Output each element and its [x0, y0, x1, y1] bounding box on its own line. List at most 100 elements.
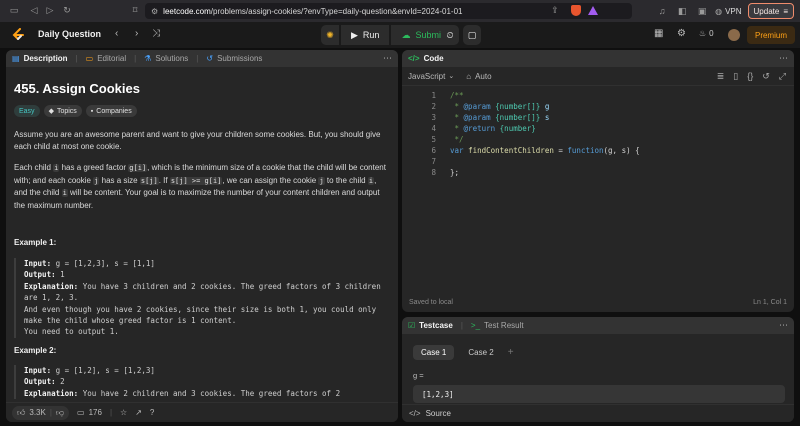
site-settings-icon[interactable]: ⚙: [151, 7, 158, 16]
brave-rewards-icon[interactable]: [588, 6, 598, 15]
forward-icon[interactable]: ▷: [43, 5, 57, 16]
debug-button[interactable]: ✺: [321, 25, 339, 45]
code-token: function: [567, 146, 604, 155]
layout-icon[interactable]: ▦: [654, 28, 663, 39]
run-label: Run: [362, 30, 380, 40]
sidebar-toggle-icon[interactable]: ▭: [7, 5, 21, 16]
streak-count: 0: [709, 29, 714, 38]
tab-separator: |: [134, 54, 137, 63]
problem-content: 455. Assign Cookies Easy ◆ Topics ▪ Comp…: [14, 72, 390, 211]
wallet-icon[interactable]: ▣: [695, 6, 709, 17]
tab-separator: |: [460, 321, 463, 330]
sidebar-icon[interactable]: ◧: [675, 6, 689, 17]
flask-icon: ⚗: [144, 54, 152, 63]
code-panel-menu-icon[interactable]: ⋯: [779, 53, 788, 64]
reload-icon[interactable]: ↻: [60, 5, 74, 16]
code-line[interactable]: 3 * @param {number[]} s: [402, 112, 794, 123]
help-icon[interactable]: ?: [150, 408, 154, 417]
case-2-tab[interactable]: Case 2: [460, 345, 501, 360]
code-text: * @return {number}: [450, 124, 536, 133]
notes-icon[interactable]: ≣: [717, 71, 725, 82]
code-token: @return: [463, 124, 496, 133]
share-icon[interactable]: ↗: [135, 408, 142, 417]
source-bar[interactable]: </> Source: [402, 404, 794, 422]
prev-problem-icon[interactable]: ‹: [115, 28, 118, 39]
language-select[interactable]: JavaScript ⌄: [408, 72, 454, 81]
code-text: };: [450, 168, 459, 177]
bookmark-icon[interactable]: ⌑: [128, 5, 142, 16]
tab-solutions[interactable]: ⚗ Solutions: [144, 54, 188, 63]
testcase-tabbar: ☑ Testcase | >_ Test Result ⋯: [402, 317, 794, 334]
timer-button[interactable]: ⏲: [441, 25, 459, 45]
tests-panel-menu-icon[interactable]: ⋯: [779, 320, 788, 331]
leetcode-logo-icon[interactable]: [11, 28, 25, 42]
star-icon[interactable]: ☆: [120, 408, 127, 417]
thumbs-up-icon[interactable]: 👍︎: [17, 408, 25, 418]
vpn-button[interactable]: ◍ VPN: [715, 7, 741, 16]
notes-button[interactable]: ▢: [463, 25, 481, 45]
avatar[interactable]: [728, 29, 740, 41]
bookmark-icon[interactable]: ▯: [733, 71, 738, 82]
code-line[interactable]: 2 * @param {number[]} g: [402, 101, 794, 112]
brave-shields-icon[interactable]: [571, 5, 581, 16]
code-token: /**: [450, 91, 464, 100]
thumbs-down-icon[interactable]: 👎︎: [56, 408, 64, 418]
share-icon[interactable]: ⇪: [548, 5, 562, 16]
case-tabs: Case 1 Case 2 +: [413, 345, 514, 360]
line-number: 5: [431, 135, 436, 144]
update-label: Update: [753, 6, 780, 16]
next-problem-icon[interactable]: ›: [135, 28, 138, 39]
book-icon: ▭: [85, 54, 94, 63]
url-text: leetcode.com/problems/assign-cookies/?en…: [163, 6, 463, 16]
code-editor[interactable]: 1/** 2 * @param {number[]} g3 * @param {n…: [402, 90, 794, 178]
code-line[interactable]: 5 */: [402, 134, 794, 145]
tab-testcase[interactable]: ☑ Testcase: [408, 321, 453, 330]
shuffle-icon[interactable]: ⤨: [152, 28, 160, 39]
code-token: *: [450, 124, 464, 133]
update-button[interactable]: Update ≡: [747, 3, 794, 19]
add-case-icon[interactable]: +: [508, 347, 514, 358]
comments-button[interactable]: ▭ 176: [77, 408, 102, 417]
panel-menu-icon[interactable]: ⋯: [383, 53, 392, 64]
code-text: * @param {number[]} g: [450, 102, 550, 111]
tab-code[interactable]: </> Code: [408, 54, 444, 63]
description-panel: ▤ Description | ▭ Editorial | ⚗ Solution…: [6, 50, 398, 422]
run-button[interactable]: ▶ Run: [341, 25, 390, 45]
browser-toolbar: ▭ ◁ ▷ ↻ ⌑ ⚙ leetcode.com/problems/assign…: [0, 0, 800, 22]
format-icon[interactable]: {}: [747, 71, 753, 82]
code-text: * @param {number[]} s: [450, 113, 550, 122]
tab-test-result[interactable]: >_ Test Result: [471, 321, 524, 330]
companies-chip[interactable]: ▪ Companies: [85, 105, 137, 117]
line-number: 2: [431, 102, 436, 111]
reset-icon[interactable]: ↺: [762, 71, 770, 82]
auto-mode-toggle[interactable]: ⌂ Auto: [466, 72, 491, 81]
input-variable-field[interactable]: [1,2,3]: [413, 385, 785, 403]
streak-counter[interactable]: ♨ 0: [699, 29, 714, 38]
tab-submissions[interactable]: ↺ Submissions: [206, 54, 262, 63]
topics-label: Topics: [56, 107, 77, 115]
tab-submissions-label: Submissions: [217, 54, 263, 63]
back-icon[interactable]: ◁: [27, 5, 41, 16]
tab-description[interactable]: ▤ Description: [12, 54, 68, 63]
code-line[interactable]: 1 /**: [402, 90, 794, 101]
daily-question-link[interactable]: Daily Question: [38, 29, 101, 39]
code-line[interactable]: 4 * @return {number}: [402, 123, 794, 134]
code-line[interactable]: 8};: [402, 167, 794, 178]
code-line[interactable]: 6 var findContentChildren = function(g, s…: [402, 145, 794, 156]
tab-solutions-label: Solutions: [155, 54, 189, 63]
code-line[interactable]: 7: [402, 156, 794, 167]
tab-editorial-label: Editorial: [97, 54, 127, 63]
code-text: */: [450, 135, 464, 144]
premium-button[interactable]: Premium: [746, 26, 795, 44]
tab-editorial[interactable]: ▭ Editorial: [86, 54, 126, 63]
panel-resize-handle[interactable]: [398, 200, 402, 240]
topics-chip[interactable]: ◆ Topics: [43, 105, 82, 117]
tab-description-label: Description: [23, 54, 68, 63]
like-count: 3.3K: [29, 408, 46, 417]
music-icon[interactable]: ♫: [655, 6, 669, 16]
tab-code-label: Code: [423, 54, 444, 63]
fullscreen-icon[interactable]: ⤢: [779, 71, 786, 82]
settings-icon[interactable]: ⚙: [677, 28, 686, 39]
case-1-tab[interactable]: Case 1: [413, 345, 455, 360]
problem-title[interactable]: 455. Assign Cookies: [14, 81, 390, 96]
